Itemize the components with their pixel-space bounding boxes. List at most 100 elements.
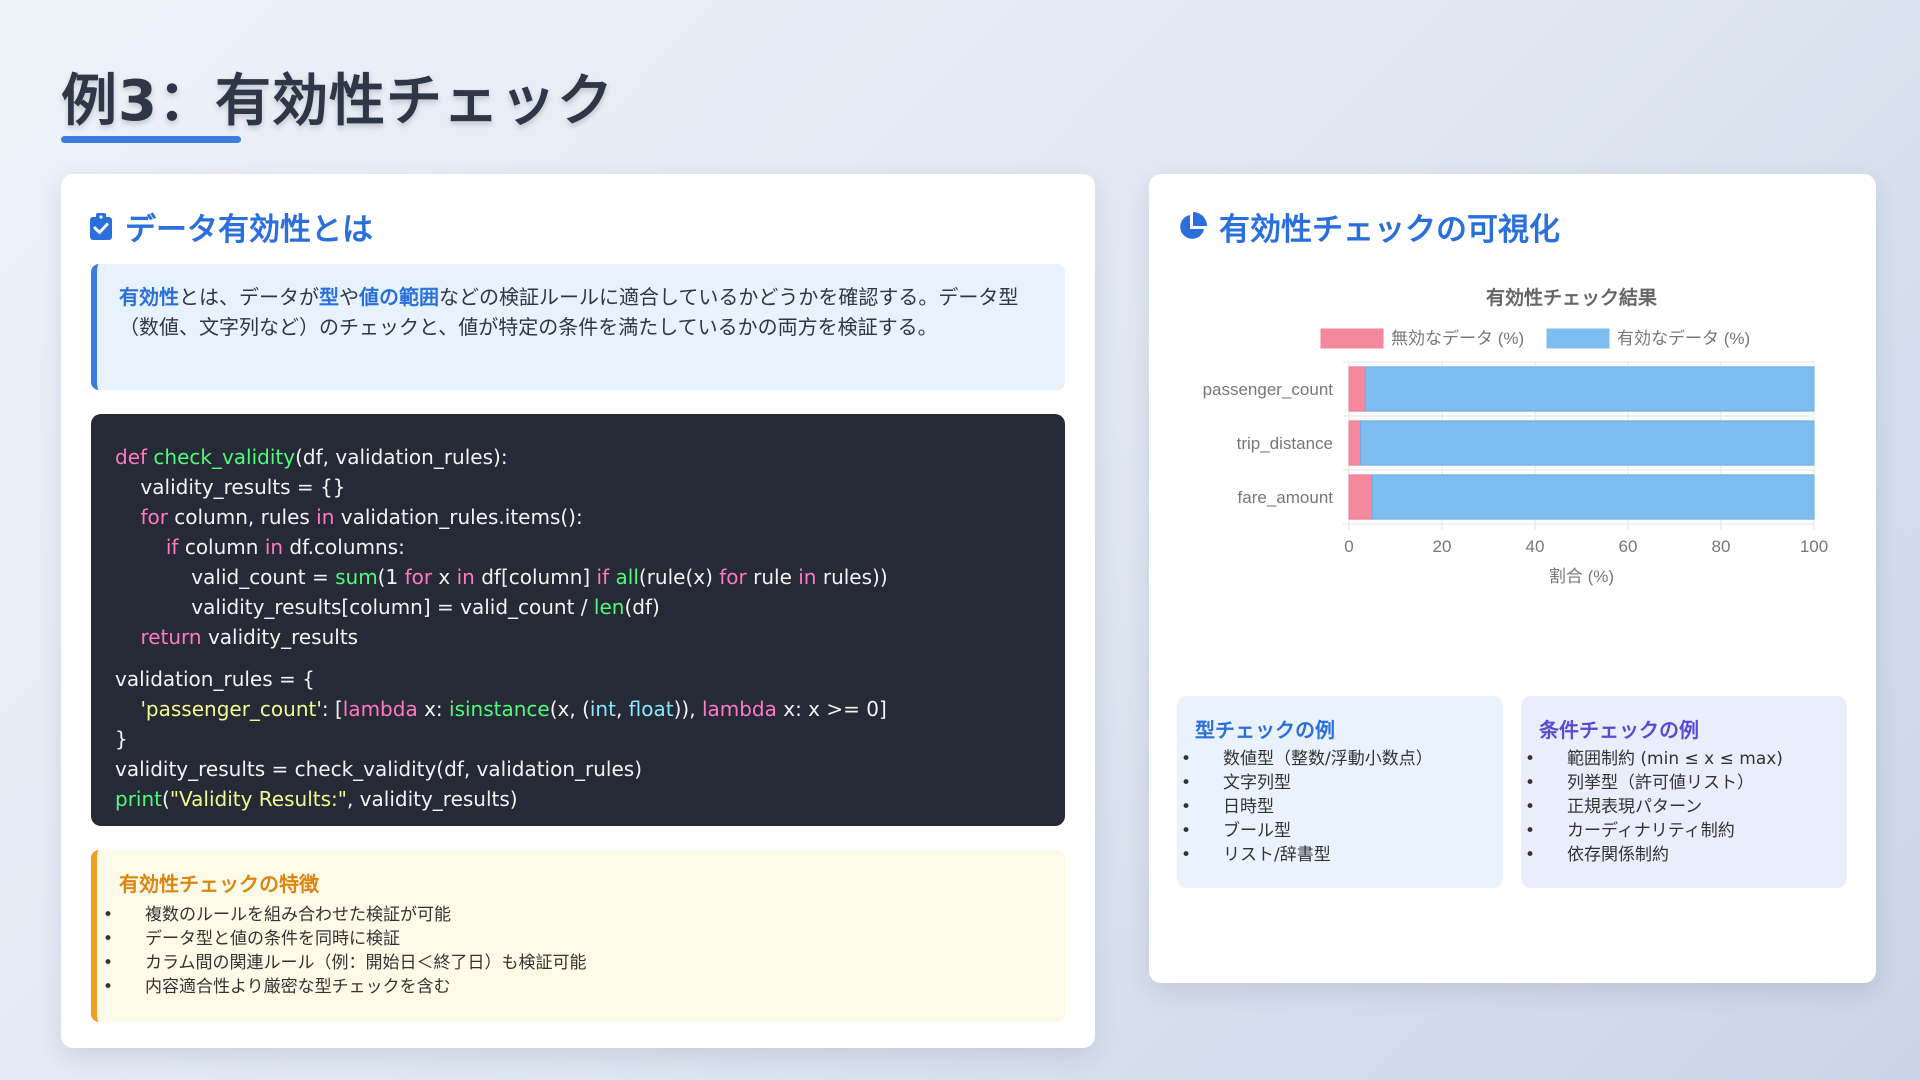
visualization-heading: 有効性チェックの可視化 <box>1177 204 1560 249</box>
intro-text-2: や <box>339 285 359 309</box>
code-token: in <box>798 565 817 589</box>
bar-segment <box>1348 474 1373 520</box>
code-token: (df, validation_rules): <box>295 445 508 469</box>
code-token: rules)) <box>816 565 888 589</box>
x-tick-label: 100 <box>1800 537 1828 556</box>
list-item: カーディナリティ制約 <box>1525 819 1829 843</box>
code-token: column <box>178 535 265 559</box>
code-token: in <box>456 565 475 589</box>
code-token: )), <box>673 697 702 721</box>
y-tick-label: trip_distance <box>1237 434 1333 453</box>
intro-term-range: 値の範囲 <box>359 285 439 309</box>
code-token: rule <box>746 565 799 589</box>
code-token: print <box>115 787 162 811</box>
bar-segment <box>1364 366 1815 412</box>
code-token: for <box>719 565 747 589</box>
clipboard-check-icon <box>89 212 113 241</box>
code-line: valid_count = sum(1 for x in df[column] … <box>115 562 1041 592</box>
code-token: df.columns: <box>283 535 405 559</box>
code-line: return validity_results <box>115 622 1041 652</box>
code-line: print("Validity Results:", validity_resu… <box>115 784 1041 814</box>
code-token: column, rules <box>167 505 317 529</box>
code-token: if <box>165 535 179 559</box>
code-token: sum <box>335 565 378 589</box>
chart-svg: 有効性チェック結果無効なデータ (%) 有効なデータ (%) 0 20 40 60 80 10… <box>1203 286 1829 586</box>
code-token: "Validity Results:" <box>169 787 347 811</box>
y-tick-label: fare_amount <box>1238 488 1334 507</box>
features-box: 有効性チェックの特徴 複数のルールを組み合わせた検証が可能 データ型と値の条件を… <box>91 850 1065 1022</box>
x-tick-label: 80 <box>1712 537 1731 556</box>
code-gap <box>115 652 1041 664</box>
type-check-examples: 型チェックの例 数値型（整数/浮動小数点） 文字列型 日時型 ブール型 リスト/… <box>1177 696 1503 888</box>
code-token: (rule(x) <box>638 565 720 589</box>
code-token: check_validity <box>153 445 296 469</box>
code-token: for <box>404 565 433 589</box>
code-line: 'passenger_count': [lambda x: isinstance… <box>115 694 1041 724</box>
legend-label: 有効なデータ (%) <box>1617 328 1750 348</box>
features-title: 有効性チェックの特徴 <box>119 872 319 896</box>
legend-swatch <box>1320 328 1384 349</box>
code-line: validity_results = {} <box>115 472 1041 502</box>
visualization-heading-text: 有効性チェックの可視化 <box>1219 212 1560 248</box>
x-tick-label: 60 <box>1619 537 1638 556</box>
code-line: def check_validity(df, validation_rules)… <box>115 442 1041 472</box>
code-token: : [ <box>321 697 343 721</box>
code-token: in <box>316 505 335 529</box>
validity-definition-card: データ有効性とは 有効性とは、データが型や値の範囲などの検証ルールに適合している… <box>61 174 1095 1048</box>
code-token: validation_rules = { <box>115 667 315 691</box>
code-token: lambda <box>342 697 418 721</box>
code-token: all <box>615 565 639 589</box>
chart-title: 有効性チェック結果 <box>1486 286 1657 309</box>
code-line: for column, rules in validation_rules.it… <box>115 502 1041 532</box>
intro-term-type: 型 <box>319 285 339 309</box>
code-token: validity_results <box>201 625 359 649</box>
definition-intro: 有効性とは、データが型や値の範囲などの検証ルールに適合しているかどうかを確認する… <box>91 264 1065 390</box>
code-line: validity_results[column] = valid_count /… <box>115 592 1041 622</box>
x-axis-label: 割合 (%) <box>1549 567 1614 586</box>
legend-swatch <box>1546 328 1610 349</box>
list-item: 複数のルールを組み合わせた検証が可能 <box>103 903 1043 927</box>
list-item: カラム間の関連ルール（例：開始日＜終了日）も検証可能 <box>103 951 1043 975</box>
list-item: ブール型 <box>1181 819 1485 843</box>
x-tick-label: 20 <box>1433 537 1452 556</box>
list-item: データ型と値の条件を同時に検証 <box>103 927 1043 951</box>
code-token: validation_rules.items(): <box>334 505 583 529</box>
code-token: isinstance <box>449 697 550 721</box>
code-token: x: <box>417 697 450 721</box>
code-block: def check_validity(df, validation_rules)… <box>91 414 1065 826</box>
code-token: x <box>432 565 457 589</box>
code-token: valid_count = <box>115 565 336 589</box>
y-tick-label: passenger_count <box>1203 380 1334 399</box>
code-token: 'passenger_count' <box>140 697 322 721</box>
pie-chart-icon <box>1177 211 1207 242</box>
list-item: 範囲制約 (min ≤ x ≤ max) <box>1525 747 1829 771</box>
code-token: (df) <box>624 595 660 619</box>
code-token: validity_results = {} <box>115 475 346 499</box>
code-token: lambda <box>701 697 777 721</box>
code-token: (1 <box>377 565 405 589</box>
list-item: 正規表現パターン <box>1525 795 1829 819</box>
bar-segment <box>1348 420 1362 466</box>
code-token: ( <box>162 787 170 811</box>
features-list: 複数のルールを組み合わせた検証が可能 データ型と値の条件を同時に検証 カラム間の… <box>103 903 1043 999</box>
condition-check-list: 範囲制約 (min ≤ x ≤ max) 列挙型（許可値リスト） 正規表現パター… <box>1525 747 1829 867</box>
code-token: return <box>140 625 202 649</box>
code-token: float <box>628 697 674 721</box>
type-check-title: 型チェックの例 <box>1195 718 1335 742</box>
title-underline <box>61 136 241 143</box>
code-token: validity_results = check_validity(df, va… <box>115 757 643 781</box>
visualization-card: 有効性チェックの可視化 有効性チェック結果 無効なデータ (%) 有効なデータ (%… <box>1149 174 1876 983</box>
bar-segment <box>1348 366 1366 412</box>
list-item: 列挙型（許可値リスト） <box>1525 771 1829 795</box>
code-line: if column in df.columns: <box>115 532 1041 562</box>
list-item: 依存関係制約 <box>1525 843 1829 867</box>
code-line: validity_results = check_validity(df, va… <box>115 754 1041 784</box>
x-tick-label: 40 <box>1526 537 1545 556</box>
code-token: len <box>593 595 625 619</box>
code-token: , <box>615 697 629 721</box>
page-title: 例3：有効性チェック <box>61 69 614 134</box>
bar-segment <box>1371 474 1815 520</box>
